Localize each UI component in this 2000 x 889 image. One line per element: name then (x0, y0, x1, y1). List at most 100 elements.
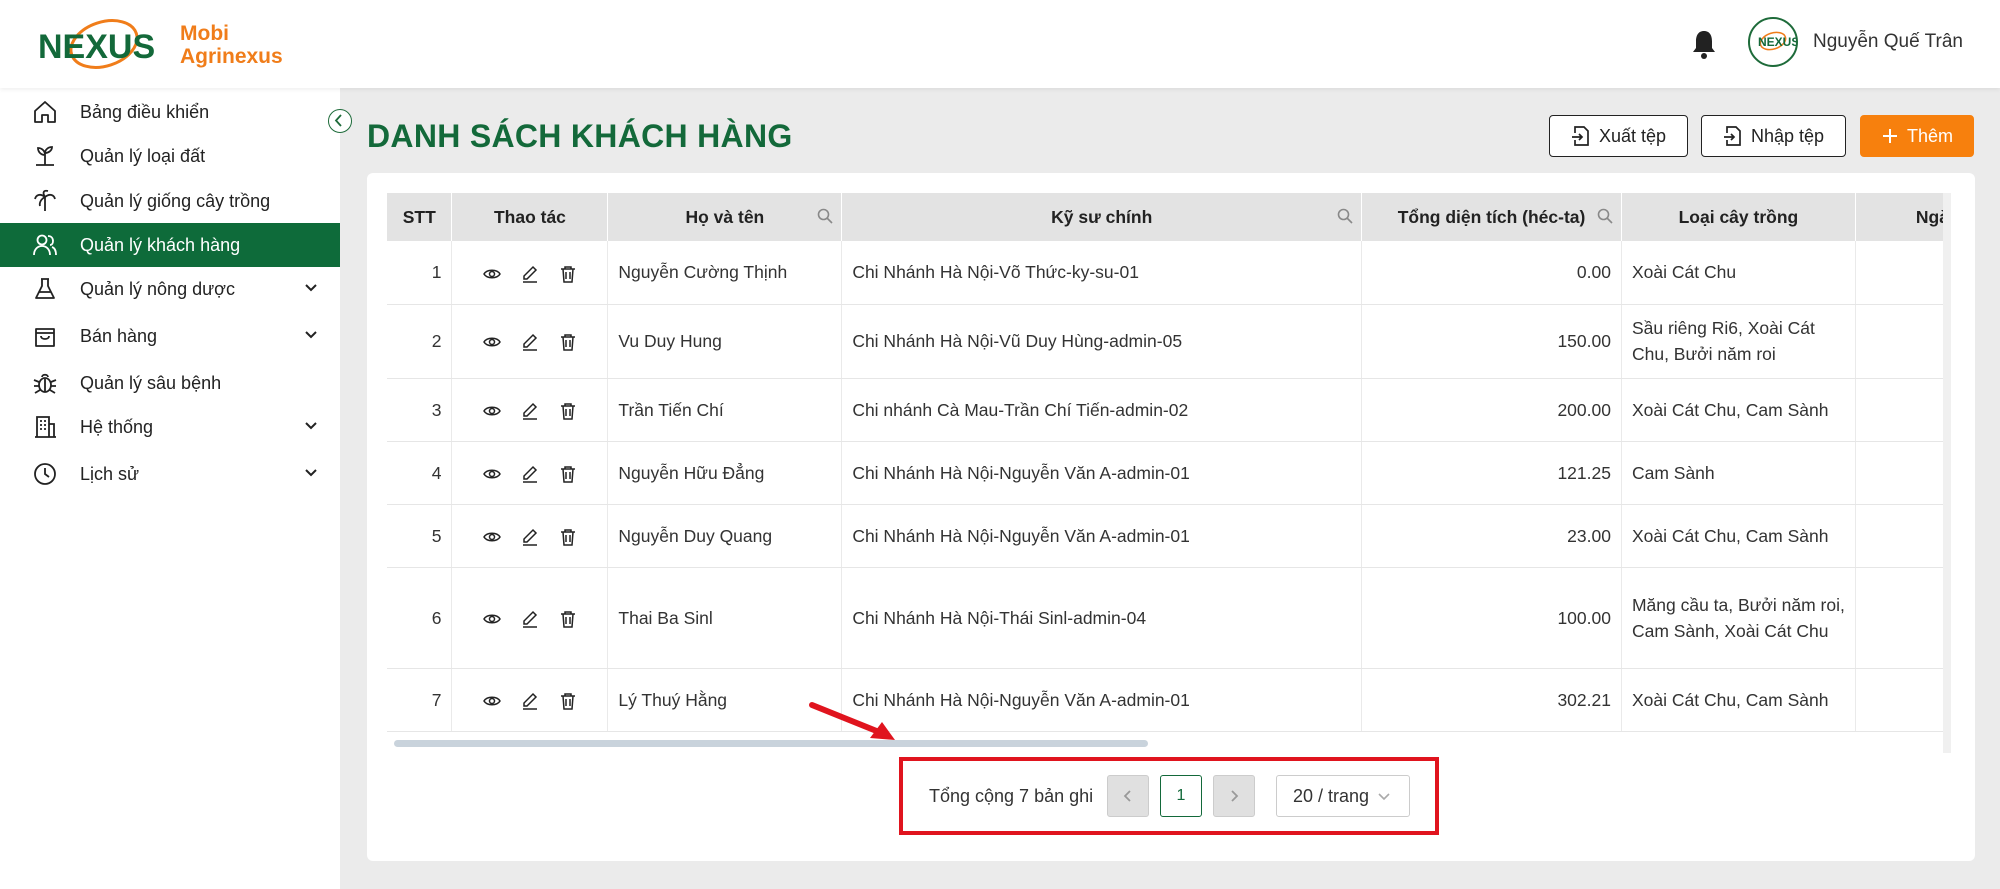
nexus-logo[interactable]: NEXUS (38, 14, 164, 76)
table-row: 4 Nguyễn Hữu Đẳng Chi Nhánh Hà Nội-Nguyễ… (387, 441, 1950, 505)
sidebar-item-customers[interactable]: Quản lý khách hàng (0, 223, 340, 267)
trash-icon[interactable] (559, 528, 577, 546)
eye-icon[interactable] (483, 610, 501, 628)
column-header-label: Loại cây trồng (1678, 206, 1799, 227)
edit-icon[interactable] (521, 333, 539, 352)
top-header: NEXUS Mobi Agrinexus NEXUS Nguyễn Quế Tr… (0, 0, 2000, 88)
trash-icon[interactable] (559, 610, 577, 628)
cell-date (1855, 567, 1950, 669)
cell-area: 23.00 (1361, 504, 1622, 568)
sidebar-item-pesticides[interactable]: Quản lý nông dược (0, 267, 340, 311)
table-header-row: STT Thao tác Họ và tên Kỹ sư chính Tổng … (387, 193, 1950, 241)
sidebar-item-sales[interactable]: Bán hàng (0, 314, 340, 358)
sidebar-item-label: Quản lý giống cây trồng (80, 190, 271, 211)
trash-icon[interactable] (559, 692, 577, 710)
sidebar-item-soil-types[interactable]: Quản lý loại đất (0, 134, 340, 178)
sidebar-item-label: Quản lý loại đất (80, 145, 206, 166)
cell-area: 302.21 (1361, 668, 1622, 732)
eye-icon[interactable] (483, 402, 501, 420)
chevron-down-icon (1378, 793, 1390, 801)
edit-icon[interactable] (521, 465, 539, 483)
edit-icon[interactable] (521, 692, 539, 710)
cell-date (1855, 241, 1950, 305)
cell-engineer: Chi Nhánh Hà Nội-Nguyễn Văn A-admin-01 (841, 668, 1363, 732)
column-header-engineer[interactable]: Kỹ sư chính (841, 193, 1363, 241)
search-icon[interactable] (1337, 208, 1353, 224)
horizontal-scrollbar[interactable] (394, 740, 1148, 747)
sidebar-item-system[interactable]: Hệ thống (0, 405, 340, 449)
cell-name: Nguyễn Hữu Đẳng (607, 441, 843, 505)
edit-icon[interactable] (521, 265, 539, 283)
cell-engineer: Chi Nhánh Hà Nội-Võ Thức-ky-su-01 (841, 241, 1363, 305)
cell-crops: Xoài Cát Chu, Cam Sành (1621, 378, 1856, 442)
cell-stt: 2 (387, 304, 453, 379)
clock-icon (34, 463, 56, 485)
edit-icon[interactable] (521, 402, 539, 420)
export-file-button[interactable]: Xuất tệp (1549, 115, 1688, 157)
trash-icon[interactable] (559, 465, 577, 483)
cell-actions (451, 241, 609, 305)
import-file-button[interactable]: Nhập tệp (1701, 115, 1846, 157)
cell-name: Trần Tiến Chí (607, 378, 843, 442)
eye-icon[interactable] (483, 692, 501, 710)
customer-table: STT Thao tác Họ và tên Kỹ sư chính Tổng … (387, 193, 1950, 732)
customer-table-wrapper: STT Thao tác Họ và tên Kỹ sư chính Tổng … (387, 193, 1950, 738)
avatar-logo-icon: NEXUS (1758, 31, 1799, 51)
eye-icon[interactable] (483, 465, 501, 483)
cell-area: 0.00 (1361, 241, 1622, 305)
column-header-label: Họ và tên (685, 206, 765, 227)
cell-actions (451, 567, 609, 669)
total-records-text: Tổng cộng 7 bản ghi (929, 786, 1094, 806)
column-header-total-area[interactable]: Tổng diện tích (héc-ta) (1361, 193, 1622, 241)
user-name[interactable]: Nguyễn Quế Trân (1813, 31, 1963, 53)
edit-icon[interactable] (521, 528, 539, 546)
page-number-button[interactable]: 1 (1160, 775, 1202, 817)
vertical-scrollbar[interactable] (1943, 193, 1951, 753)
cell-date (1855, 378, 1950, 442)
column-header-actions[interactable]: Thao tác (451, 193, 609, 241)
search-icon[interactable] (817, 208, 833, 224)
logo-line-2: Agrinexus (180, 45, 283, 68)
avatar[interactable]: NEXUS (1748, 17, 1799, 67)
flask-icon (35, 278, 55, 299)
cell-area: 121.25 (1361, 441, 1622, 505)
column-header-name[interactable]: Họ và tên (607, 193, 843, 241)
cell-crops: Cam Sành (1621, 441, 1856, 505)
cell-stt: 3 (387, 378, 453, 442)
export-file-label: Xuất tệp (1598, 125, 1667, 146)
chevron-left-icon (334, 114, 342, 127)
soil-sprout-icon (36, 146, 54, 166)
search-icon[interactable] (1597, 208, 1613, 224)
column-header-date-truncated[interactable]: Ngà (1855, 193, 1950, 241)
bell-icon[interactable] (1690, 28, 1718, 60)
trash-icon[interactable] (559, 402, 577, 420)
column-header-crop-types[interactable]: Loại cây trồng (1621, 193, 1856, 241)
prev-page-button[interactable] (1107, 775, 1149, 817)
sidebar-collapse-button[interactable] (328, 109, 352, 133)
file-export-icon (1571, 126, 1589, 146)
eye-icon[interactable] (483, 265, 501, 283)
column-header-label: STT (402, 206, 436, 227)
sidebar-item-dashboard[interactable]: Bảng điều khiển (0, 90, 340, 134)
eye-icon[interactable] (483, 333, 501, 351)
page-size-select[interactable]: 20 / trang (1276, 775, 1410, 817)
edit-icon[interactable] (521, 610, 539, 628)
trash-icon[interactable] (559, 333, 577, 352)
sidebar-item-pests[interactable]: Quản lý sâu bệnh (0, 361, 340, 405)
column-header-label: Thao tác (493, 206, 566, 227)
table-row: 1 Nguyễn Cường Thịnh Chi Nhánh Hà Nội-Võ… (387, 241, 1950, 305)
next-page-button[interactable] (1213, 775, 1255, 817)
cell-actions (451, 378, 609, 442)
cell-name: Nguyễn Duy Quang (607, 504, 843, 568)
sidebar-item-crop-varieties[interactable]: Quản lý giống cây trồng (0, 179, 340, 223)
column-header-stt[interactable]: STT (387, 193, 453, 241)
shopping-bag-icon (35, 328, 55, 347)
eye-icon[interactable] (483, 528, 501, 546)
table-row: 5 Nguyễn Duy Quang Chi Nhánh Hà Nội-Nguy… (387, 504, 1950, 568)
sidebar-item-label: Bán hàng (80, 325, 158, 346)
table-row: 3 Trần Tiến Chí Chi nhánh Cà Mau-Trần Ch… (387, 378, 1950, 442)
trash-icon[interactable] (559, 265, 577, 283)
add-button[interactable]: Thêm (1860, 115, 1974, 157)
sidebar-item-history[interactable]: Lịch sử (0, 452, 340, 496)
cell-name: Vu Duy Hung (607, 304, 843, 379)
